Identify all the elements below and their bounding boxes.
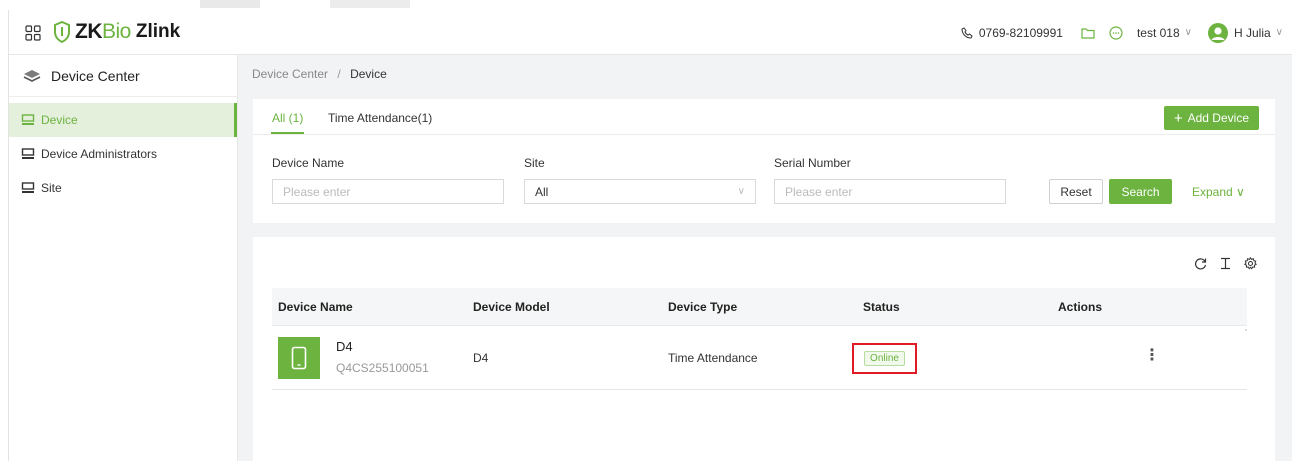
sidebar-module-title[interactable]: Device Center [9, 55, 237, 97]
device-center-icon [23, 69, 41, 82]
column-header-actions: Actions [1058, 300, 1103, 314]
avatar [1207, 22, 1228, 43]
scrollbar-indicator [1245, 329, 1247, 331]
add-device-label: Add Device [1187, 111, 1249, 125]
status-highlight-box: Online [852, 343, 917, 374]
sidebar: Device Center Device Device Administrato… [9, 55, 238, 461]
sidebar-item-device-administrators[interactable]: Device Administrators [9, 137, 237, 171]
device-type-cell: Time Attendance [668, 351, 758, 365]
device-icon [21, 182, 35, 193]
apps-grid-icon[interactable] [25, 25, 41, 41]
user-menu[interactable]: H Julia ∨ [1207, 22, 1283, 43]
site-select[interactable]: All ∨ [524, 179, 756, 204]
sidebar-item-device[interactable]: Device [9, 103, 237, 137]
tab-time-attendance[interactable]: Time Attendance(1) [328, 111, 432, 125]
sidebar-item-label: Device Administrators [41, 147, 158, 161]
device-table-panel: Device Name Device Model Device Type Sta… [253, 237, 1275, 461]
app-window: ZKBio Zlink 0769-82109991 test 018 ∨ H J… [8, 10, 1292, 461]
column-header-status: Status [863, 300, 900, 314]
column-header-device-name: Device Name [278, 300, 353, 314]
device-name-input[interactable] [283, 184, 493, 199]
more-actions-icon[interactable]: ⋮ [1144, 345, 1160, 365]
chat-icon[interactable] [1109, 25, 1123, 40]
device-icon [21, 114, 35, 125]
brand-name: ZKBio [75, 20, 131, 43]
module-name: Device Center [51, 67, 140, 84]
breadcrumb-separator: / [337, 67, 341, 81]
search-button[interactable]: Search [1109, 179, 1172, 204]
active-tab-indicator [271, 132, 304, 134]
cropped-region [200, 0, 260, 8]
phone-icon [961, 26, 973, 39]
top-header: ZKBio Zlink 0769-82109991 test 018 ∨ H J… [9, 10, 1292, 55]
filter-panel: All (1) Time Attendance(1) + Add Device … [253, 99, 1275, 223]
gear-icon[interactable] [1244, 257, 1257, 270]
serial-number-cell: Q4CS255100051 [336, 361, 429, 375]
main-content: Device Center / Device All (1) Time Atte… [238, 55, 1292, 461]
column-header-device-model: Device Model [473, 300, 550, 314]
expand-label: Expand [1192, 185, 1233, 199]
serial-number-label: Serial Number [774, 156, 851, 170]
site-selected-value: All [535, 184, 549, 199]
breadcrumb-current: Device [350, 67, 387, 81]
header-actions: 0769-82109991 test 018 ∨ H Julia ∨ [961, 10, 1283, 55]
chevron-down-icon: ∨ [1275, 27, 1283, 38]
table-row[interactable]: D4 Q4CS255100051 D4 Time Attendance Onli… [272, 326, 1247, 390]
serial-number-input[interactable] [785, 184, 995, 199]
sidebar-item-label: Site [41, 181, 62, 195]
expand-link[interactable]: Expand ∨ [1192, 185, 1245, 199]
chevron-down-icon: ∨ [737, 186, 745, 197]
table-tools [1194, 257, 1257, 270]
sidebar-item-site[interactable]: Site [9, 171, 237, 205]
cropped-region [330, 0, 410, 8]
plus-icon: + [1173, 109, 1183, 127]
device-name-label: Device Name [272, 156, 345, 170]
device-thumbnail [278, 337, 320, 379]
reset-button[interactable]: Reset [1049, 179, 1103, 204]
status-badge: Online [864, 351, 905, 366]
refresh-icon[interactable] [1194, 257, 1207, 270]
chevron-down-icon: ∨ [1236, 185, 1245, 199]
device-model-cell: D4 [473, 351, 489, 365]
app-logo[interactable]: ZKBio Zlink [53, 20, 180, 44]
serial-number-field [774, 179, 1006, 204]
shield-logo-icon [53, 20, 71, 44]
chevron-down-icon: ∨ [1184, 27, 1192, 38]
tab-all[interactable]: All (1) [272, 111, 303, 125]
device-name-field [272, 179, 504, 204]
phone-number: 0769-82109991 [978, 25, 1063, 40]
breadcrumb: Device Center / Device [252, 67, 387, 81]
organization-name: test 018 [1136, 25, 1180, 40]
column-header-device-type: Device Type [668, 300, 738, 314]
mobile-device-icon [291, 346, 307, 370]
column-height-icon[interactable] [1219, 257, 1232, 270]
brand-app-name: Zlink [135, 21, 181, 42]
support-phone[interactable]: 0769-82109991 [961, 26, 1063, 40]
breadcrumb-parent[interactable]: Device Center [252, 67, 328, 81]
organization-selector[interactable]: test 018 ∨ [1137, 26, 1192, 40]
top-strip [0, 0, 1292, 10]
add-device-button[interactable]: + Add Device [1163, 106, 1259, 130]
device-icon [21, 148, 35, 159]
user-name: H Julia [1233, 25, 1271, 40]
folder-icon[interactable] [1081, 27, 1095, 39]
sidebar-item-label: Device [41, 113, 78, 127]
device-name-cell[interactable]: D4 [336, 339, 353, 354]
site-label: Site [524, 156, 545, 170]
table-header: Device Name Device Model Device Type Sta… [272, 288, 1247, 326]
device-tabs: All (1) Time Attendance(1) + Add Device [253, 99, 1275, 135]
